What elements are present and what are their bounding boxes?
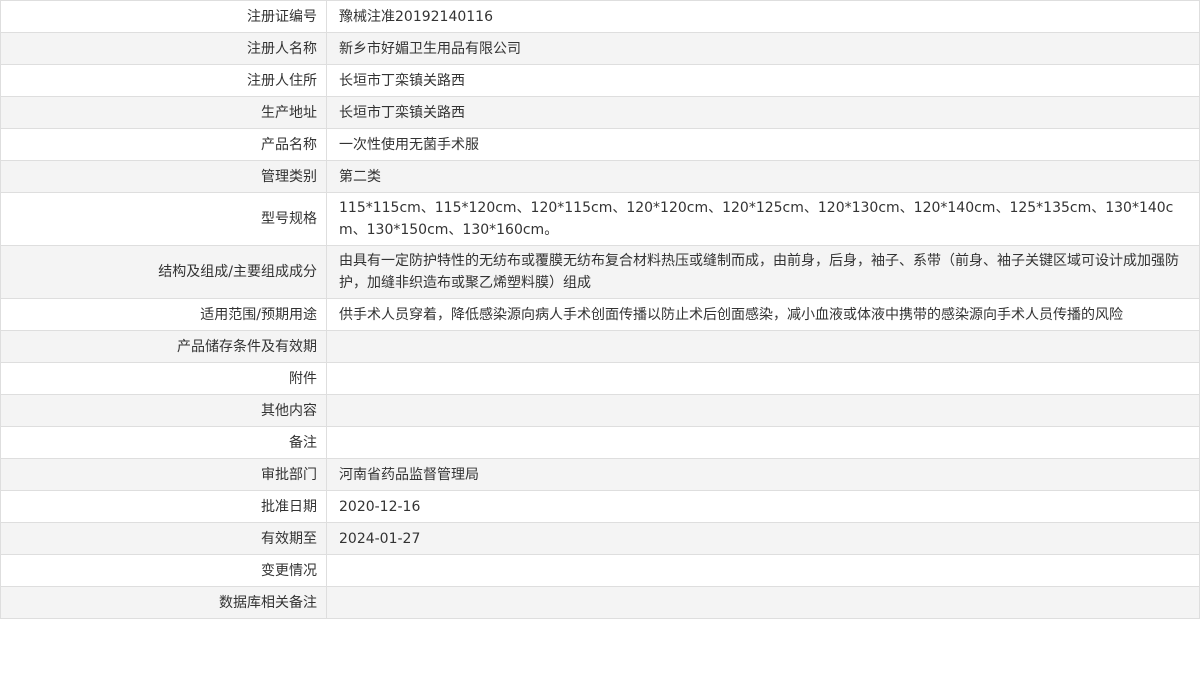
row-product-name: 产品名称 一次性使用无菌手术服 xyxy=(0,128,1200,161)
field-label: 结构及组成/主要组成成分 xyxy=(0,245,327,299)
row-valid-until: 有效期至 2024-01-27 xyxy=(0,522,1200,555)
field-label: 附件 xyxy=(0,362,327,395)
field-label: 管理类别 xyxy=(0,160,327,193)
row-production-address: 生产地址 长垣市丁栾镇关路西 xyxy=(0,96,1200,129)
field-value: 长垣市丁栾镇关路西 xyxy=(326,64,1200,97)
field-label: 产品名称 xyxy=(0,128,327,161)
row-registration-number: 注册证编号 豫械注准20192140116 xyxy=(0,0,1200,33)
field-value: 供手术人员穿着，降低感染源向病人手术创面传播以防止术后创面感染，减小血液或体液中… xyxy=(326,298,1200,331)
row-model-spec: 型号规格 115*115cm、115*120cm、120*115cm、120*1… xyxy=(0,192,1200,246)
row-structure-composition: 结构及组成/主要组成成分 由具有一定防护特性的无纺布或覆膜无纺布复合材料热压或缝… xyxy=(0,245,1200,299)
field-label: 备注 xyxy=(0,426,327,459)
field-label: 数据库相关备注 xyxy=(0,586,327,619)
row-registrant-address: 注册人住所 长垣市丁栾镇关路西 xyxy=(0,64,1200,97)
row-registrant-name: 注册人名称 新乡市好媚卫生用品有限公司 xyxy=(0,32,1200,65)
field-value: 由具有一定防护特性的无纺布或覆膜无纺布复合材料热压或缝制而成，由前身，后身，袖子… xyxy=(326,245,1200,299)
field-label: 有效期至 xyxy=(0,522,327,555)
field-label: 批准日期 xyxy=(0,490,327,523)
field-value: 2020-12-16 xyxy=(326,490,1200,523)
field-label: 型号规格 xyxy=(0,192,327,246)
field-value: 新乡市好媚卫生用品有限公司 xyxy=(326,32,1200,65)
field-label: 注册人名称 xyxy=(0,32,327,65)
field-label: 生产地址 xyxy=(0,96,327,129)
row-management-category: 管理类别 第二类 xyxy=(0,160,1200,193)
field-value xyxy=(326,586,1200,619)
field-value xyxy=(326,330,1200,363)
field-value: 2024-01-27 xyxy=(326,522,1200,555)
field-label: 审批部门 xyxy=(0,458,327,491)
row-approval-department: 审批部门 河南省药品监督管理局 xyxy=(0,458,1200,491)
field-value: 豫械注准20192140116 xyxy=(326,0,1200,33)
field-value: 河南省药品监督管理局 xyxy=(326,458,1200,491)
row-attachments: 附件 xyxy=(0,362,1200,395)
row-database-remarks: 数据库相关备注 xyxy=(0,586,1200,619)
registration-info-table: 注册证编号 豫械注准20192140116 注册人名称 新乡市好媚卫生用品有限公… xyxy=(0,0,1200,619)
field-label: 产品储存条件及有效期 xyxy=(0,330,327,363)
field-value: 115*115cm、115*120cm、120*115cm、120*120cm、… xyxy=(326,192,1200,246)
field-label: 其他内容 xyxy=(0,394,327,427)
row-change-history: 变更情况 xyxy=(0,554,1200,587)
field-value xyxy=(326,362,1200,395)
field-label: 注册证编号 xyxy=(0,0,327,33)
row-other-content: 其他内容 xyxy=(0,394,1200,427)
row-remarks: 备注 xyxy=(0,426,1200,459)
field-value: 一次性使用无菌手术服 xyxy=(326,128,1200,161)
row-approval-date: 批准日期 2020-12-16 xyxy=(0,490,1200,523)
field-label: 适用范围/预期用途 xyxy=(0,298,327,331)
row-storage-validity: 产品储存条件及有效期 xyxy=(0,330,1200,363)
row-intended-use: 适用范围/预期用途 供手术人员穿着，降低感染源向病人手术创面传播以防止术后创面感… xyxy=(0,298,1200,331)
field-value: 长垣市丁栾镇关路西 xyxy=(326,96,1200,129)
field-label: 注册人住所 xyxy=(0,64,327,97)
field-value xyxy=(326,426,1200,459)
field-value xyxy=(326,554,1200,587)
field-value xyxy=(326,394,1200,427)
field-label: 变更情况 xyxy=(0,554,327,587)
field-value: 第二类 xyxy=(326,160,1200,193)
